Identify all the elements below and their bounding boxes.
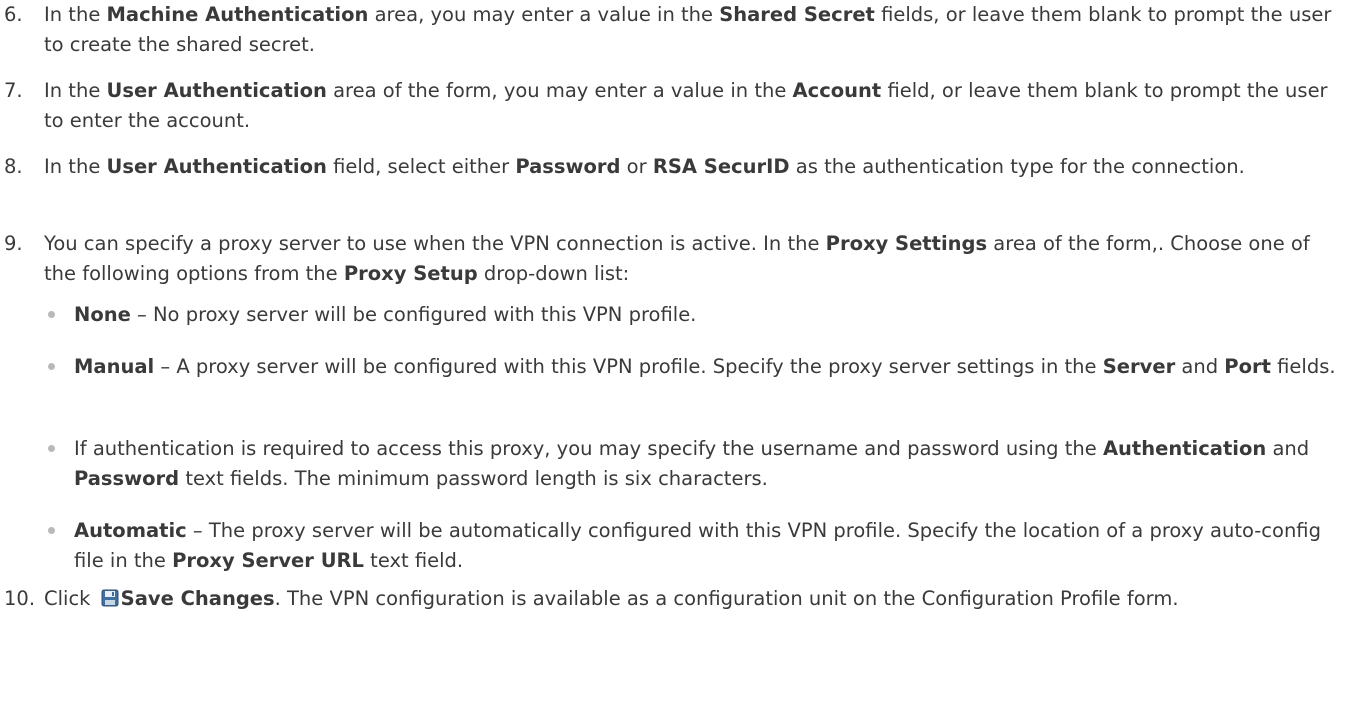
- text-run: as the authentication type for the conne…: [789, 155, 1245, 178]
- step-8: 8. In the User Authentication field, sel…: [4, 152, 1334, 182]
- step-number: 10.: [4, 587, 36, 610]
- text-run: text fields. The minimum password length…: [179, 467, 768, 490]
- step-6: 6. In the Machine Authentication area, y…: [4, 0, 1334, 60]
- step-number: 8.: [4, 155, 23, 178]
- ui-term-user-authentication: User Authentication: [106, 79, 327, 102]
- text-run: area, you may enter a value in the: [368, 3, 720, 26]
- option-automatic: Automatic: [74, 519, 187, 542]
- option-none: None: [74, 303, 131, 326]
- bullet-dot: [48, 311, 55, 318]
- ui-term-authentication: Authentication: [1102, 437, 1267, 460]
- list-item-none: None – No proxy server will be configure…: [48, 300, 1338, 330]
- text-run: In the: [44, 79, 107, 102]
- text-run: fields.: [1270, 355, 1336, 378]
- text-run: text field.: [363, 549, 464, 572]
- bullet-dot: [48, 445, 55, 452]
- ui-term-password: Password: [74, 467, 180, 490]
- step-9: 9. You can specify a proxy server to use…: [4, 229, 1334, 289]
- step-text: In the Machine Authentication area, you …: [44, 0, 1334, 60]
- document-page: 6. In the Machine Authentication area, y…: [0, 0, 1345, 725]
- ui-term-shared-secret: Shared Secret: [719, 3, 875, 26]
- ui-term-proxy-settings: Proxy Settings: [825, 232, 988, 255]
- step-number: 6.: [4, 3, 23, 26]
- step-10: 10. Click Save Changes. The VPN configur…: [4, 584, 1334, 614]
- text-run: field, select either: [326, 155, 516, 178]
- text-run: and: [1175, 355, 1225, 378]
- step-text: You can specify a proxy server to use wh…: [44, 229, 1334, 289]
- text-run: In the: [44, 155, 107, 178]
- step-text: In the User Authentication field, select…: [44, 152, 1334, 182]
- step-number: 9.: [4, 232, 23, 255]
- ui-term-rsa-securid: RSA SecurID: [652, 155, 790, 178]
- ui-term-save-changes: Save Changes: [120, 587, 275, 610]
- list-item-text: If authentication is required to access …: [74, 434, 1338, 494]
- ui-term-password: Password: [515, 155, 621, 178]
- text-run: . The VPN configuration is available as …: [274, 587, 1179, 610]
- list-item-text: None – No proxy server will be configure…: [74, 300, 1338, 330]
- ui-term-machine-authentication: Machine Authentication: [106, 3, 369, 26]
- bullet-dot: [48, 363, 55, 370]
- text-run: Click: [44, 587, 97, 610]
- list-item-authentication: If authentication is required to access …: [48, 434, 1338, 494]
- list-item-automatic: Automatic – The proxy server will be aut…: [48, 516, 1338, 576]
- option-manual: Manual: [74, 355, 155, 378]
- text-run: area of the form, you may enter a value …: [326, 79, 793, 102]
- list-item-manual: Manual – A proxy server will be configur…: [48, 352, 1338, 382]
- ui-term-proxy-setup: Proxy Setup: [343, 262, 478, 285]
- step-text: Click Save Changes. The VPN configuratio…: [44, 584, 1334, 614]
- text-run: drop-down list:: [477, 262, 630, 285]
- ui-term-account: Account: [792, 79, 882, 102]
- ui-term-port: Port: [1224, 355, 1271, 378]
- text-run: If authentication is required to access …: [74, 437, 1103, 460]
- ui-term-server: Server: [1102, 355, 1176, 378]
- step-text: In the User Authentication area of the f…: [44, 76, 1334, 136]
- text-run: – A proxy server will be configured with…: [154, 355, 1103, 378]
- text-run: or: [620, 155, 653, 178]
- text-run: and: [1266, 437, 1310, 460]
- save-icon: [101, 586, 119, 607]
- text-run: In the: [44, 3, 107, 26]
- list-item-text: Manual – A proxy server will be configur…: [74, 352, 1338, 382]
- step-number: 7.: [4, 79, 23, 102]
- step-7: 7. In the User Authentication area of th…: [4, 76, 1334, 136]
- ui-term-proxy-server-url: Proxy Server URL: [172, 549, 364, 572]
- ui-term-user-authentication: User Authentication: [106, 155, 327, 178]
- text-run: – No proxy server will be configured wit…: [130, 303, 697, 326]
- bullet-dot: [48, 527, 55, 534]
- list-item-text: Automatic – The proxy server will be aut…: [74, 516, 1338, 576]
- text-run: You can specify a proxy server to use wh…: [44, 232, 826, 255]
